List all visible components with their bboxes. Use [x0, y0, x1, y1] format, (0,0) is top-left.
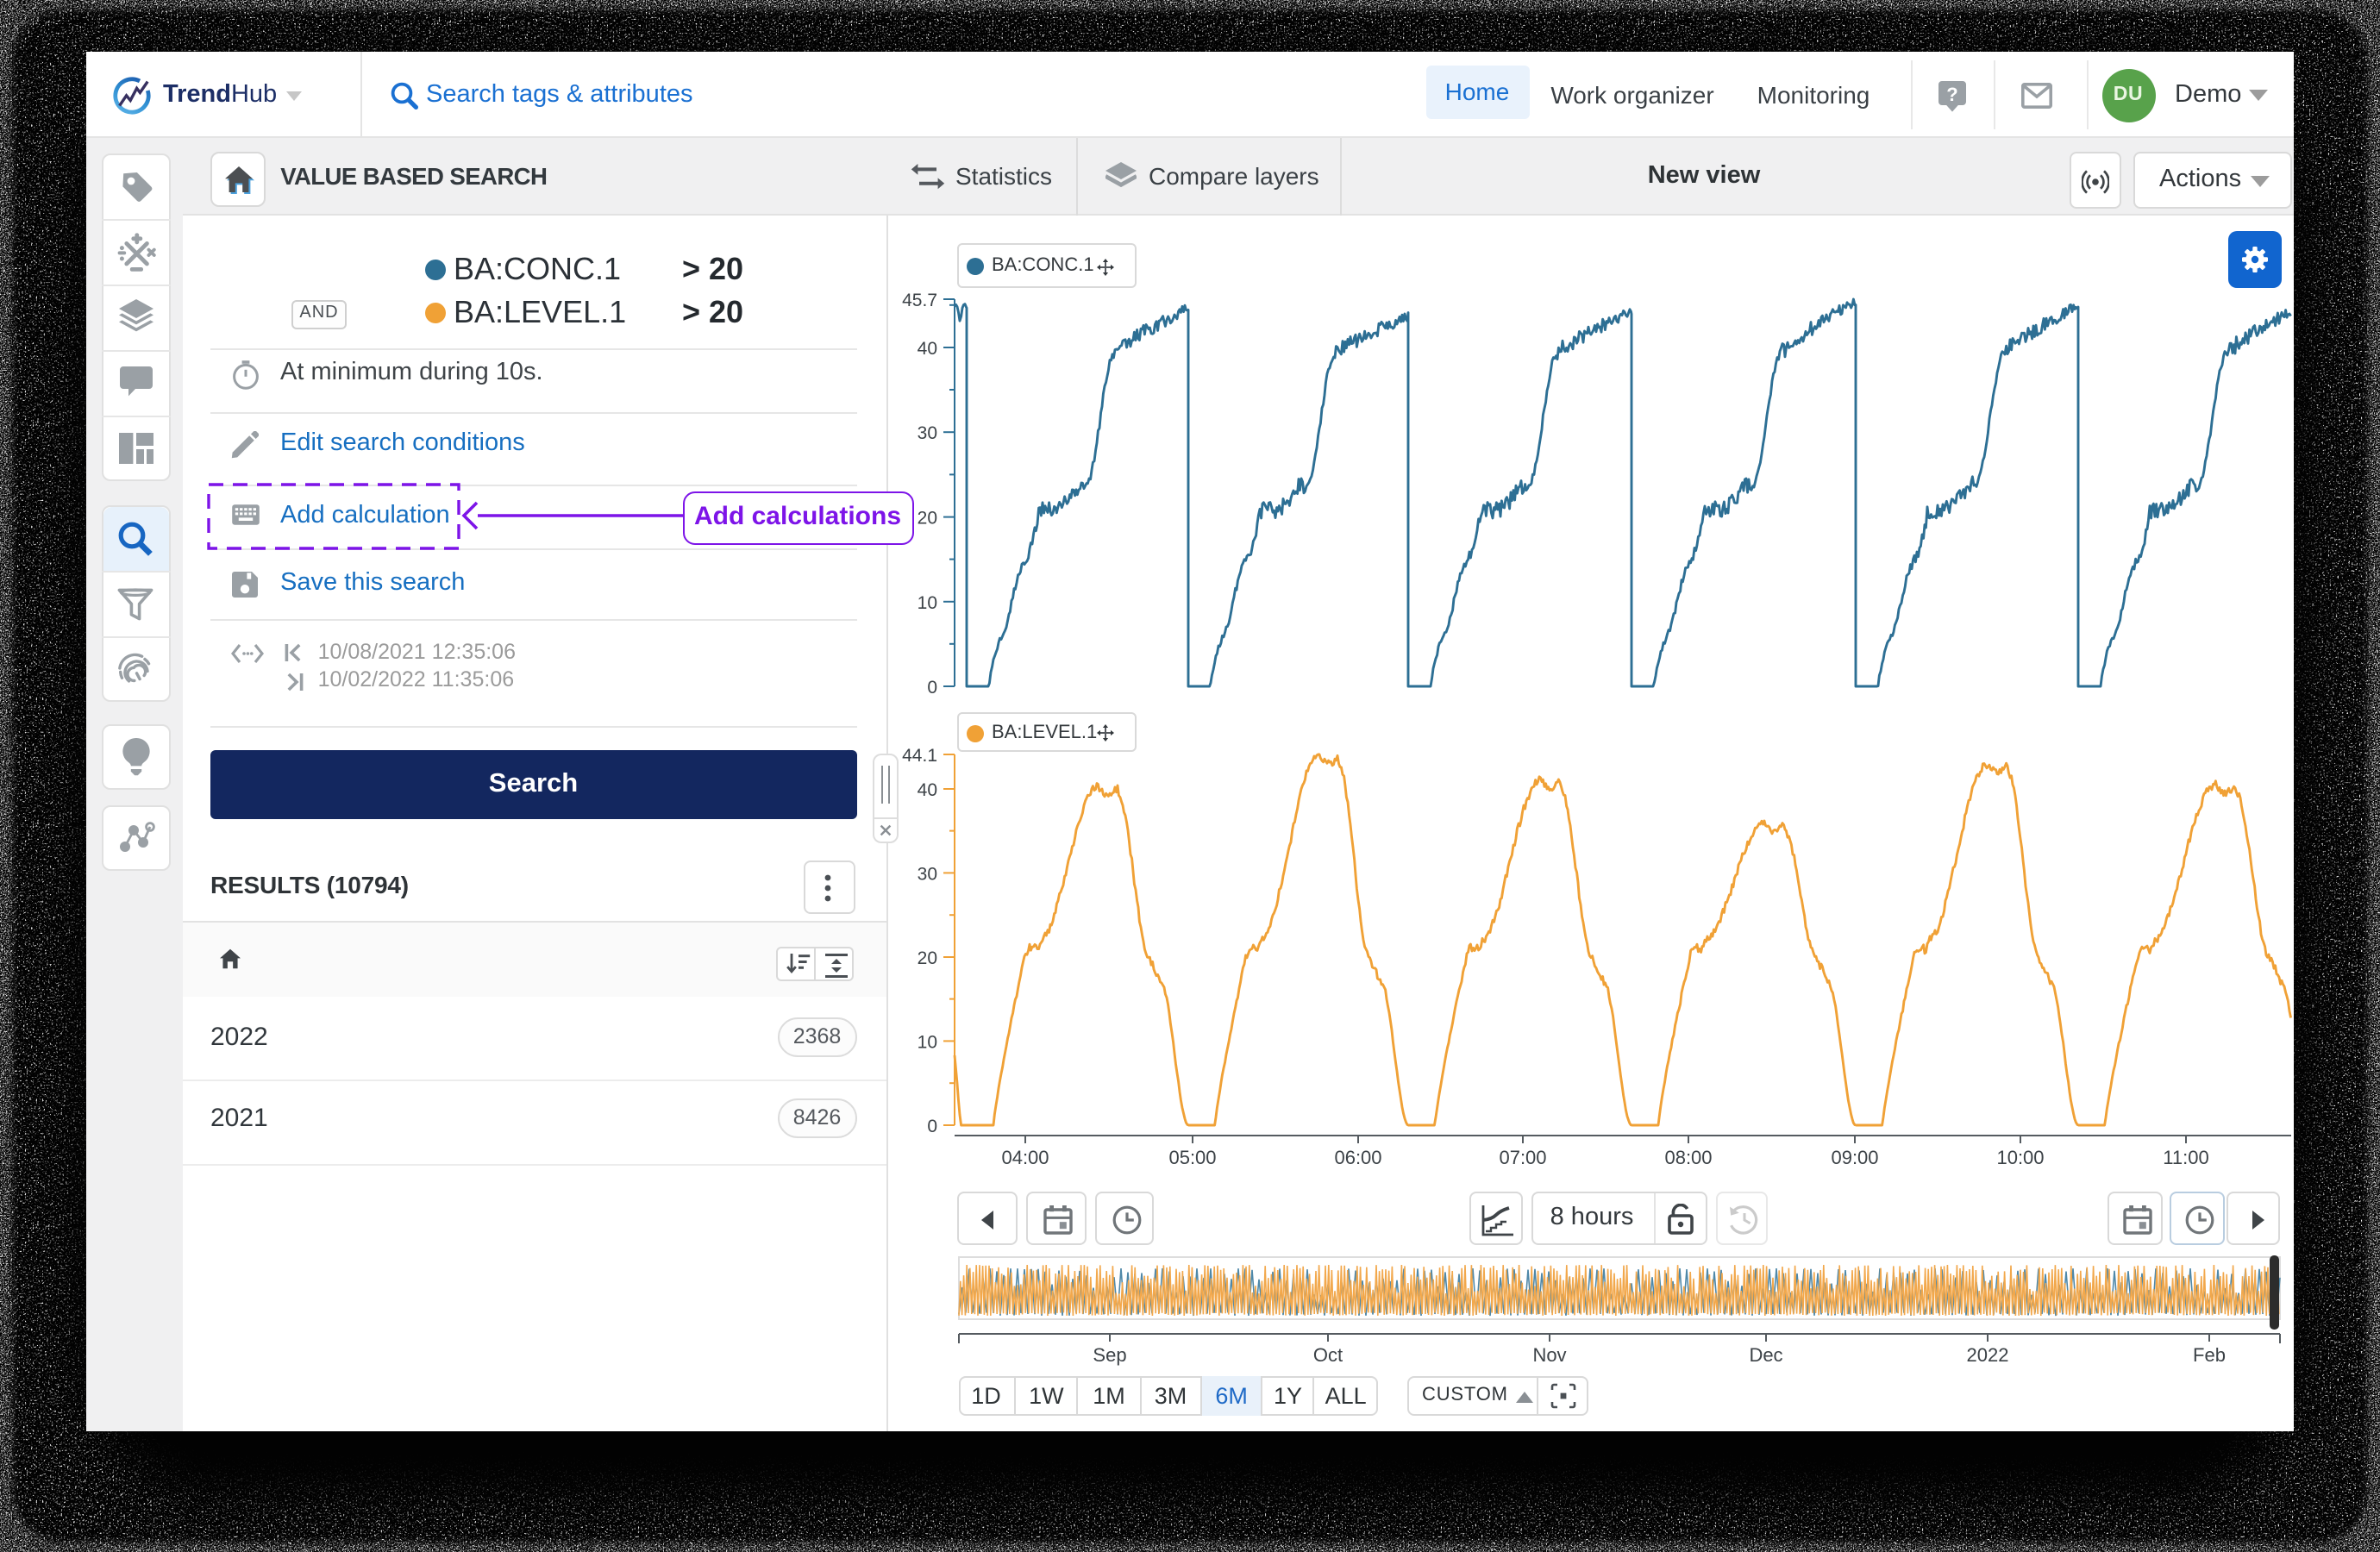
svg-text:30: 30 [917, 423, 936, 443]
svg-text:Dec: Dec [1748, 1344, 1782, 1366]
svg-text:0: 0 [926, 678, 936, 698]
svg-text:20: 20 [917, 948, 936, 968]
svg-text:40: 40 [917, 339, 936, 359]
svg-text:2022: 2022 [1966, 1344, 2008, 1366]
svg-text:10:00: 10:00 [1995, 1147, 2043, 1168]
svg-text:10: 10 [917, 593, 936, 613]
svg-text:44.1: 44.1 [901, 746, 936, 766]
svg-text:45.7: 45.7 [901, 291, 936, 310]
svg-text:20: 20 [917, 509, 936, 529]
svg-text:Feb: Feb [2192, 1344, 2225, 1366]
svg-text:07:00: 07:00 [1498, 1147, 1545, 1168]
svg-text:10: 10 [917, 1032, 936, 1052]
svg-text:04:00: 04:00 [1000, 1147, 1048, 1168]
svg-text:Oct: Oct [1312, 1344, 1342, 1366]
svg-text:08:00: 08:00 [1663, 1147, 1711, 1168]
svg-text:Sep: Sep [1092, 1344, 1125, 1366]
svg-text:11:00: 11:00 [2162, 1147, 2208, 1168]
svg-text:09:00: 09:00 [1830, 1147, 1877, 1168]
svg-text:05:00: 05:00 [1168, 1147, 1215, 1168]
svg-text:40: 40 [917, 780, 936, 800]
svg-text:?: ? [1946, 83, 1957, 104]
svg-text:30: 30 [917, 864, 936, 884]
svg-text:Nov: Nov [1531, 1344, 1565, 1366]
svg-text:06:00: 06:00 [1333, 1147, 1381, 1168]
svg-text:0: 0 [926, 1117, 936, 1136]
